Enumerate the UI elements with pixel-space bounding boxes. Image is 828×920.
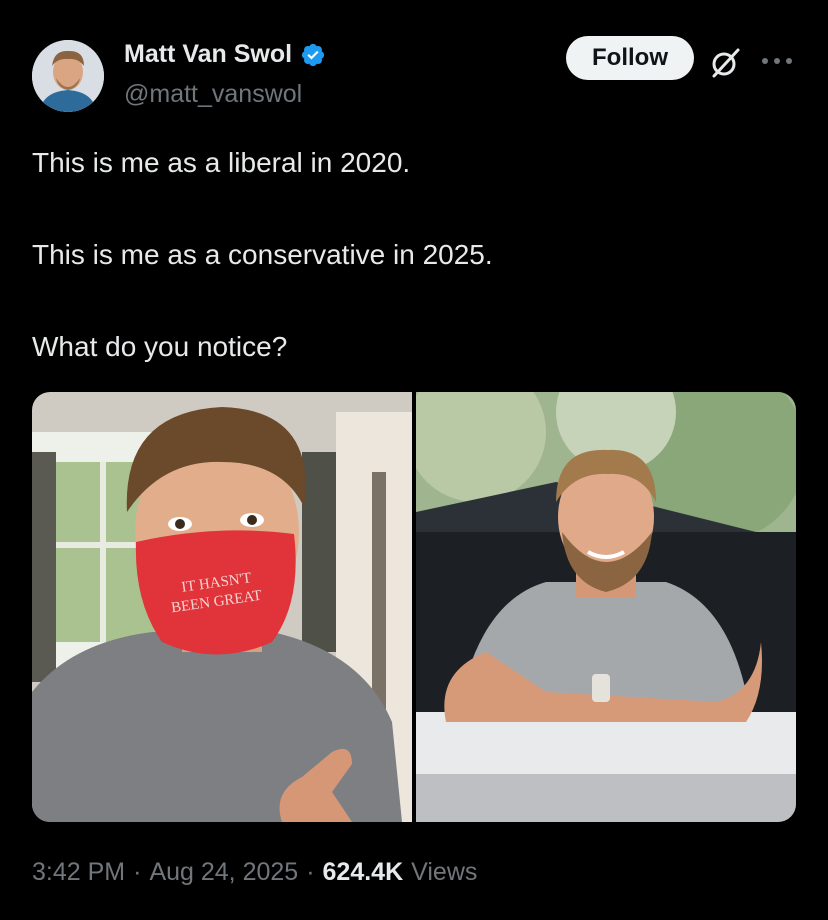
photo-left[interactable]: IT HASN'T BEEN GREAT xyxy=(32,392,412,822)
grok-icon[interactable] xyxy=(708,44,744,80)
display-name[interactable]: Matt Van Swol xyxy=(124,40,292,69)
views-count: 624.4K xyxy=(322,858,404,886)
views-label: Views xyxy=(411,858,478,886)
tweet-meta: 3:42 PM · Aug 24, 2025 · 624.4K Views xyxy=(32,858,477,887)
meta-separator: · xyxy=(306,858,315,886)
more-options-icon[interactable] xyxy=(760,56,794,66)
tweet-line-3: What do you notice? xyxy=(32,331,288,362)
tweet-date[interactable]: Aug 24, 2025 xyxy=(149,858,298,887)
tweet-text: This is me as a liberal in 2020. This is… xyxy=(32,140,792,370)
author-name-row[interactable]: Matt Van Swol xyxy=(124,40,326,69)
photo-right[interactable] xyxy=(416,392,796,822)
verified-badge-icon xyxy=(301,43,325,66)
tweet-line-1: This is me as a liberal in 2020. xyxy=(32,147,411,178)
tweet-line-2: This is me as a conservative in 2025. xyxy=(32,239,493,270)
avatar[interactable] xyxy=(32,40,104,112)
follow-button[interactable]: Follow xyxy=(566,36,694,80)
meta-separator: · xyxy=(133,858,142,886)
tweet-media[interactable]: IT HASN'T BEEN GREAT xyxy=(32,392,796,822)
user-handle[interactable]: @matt_vanswol xyxy=(124,80,302,109)
tweet-time[interactable]: 3:42 PM xyxy=(32,858,125,887)
